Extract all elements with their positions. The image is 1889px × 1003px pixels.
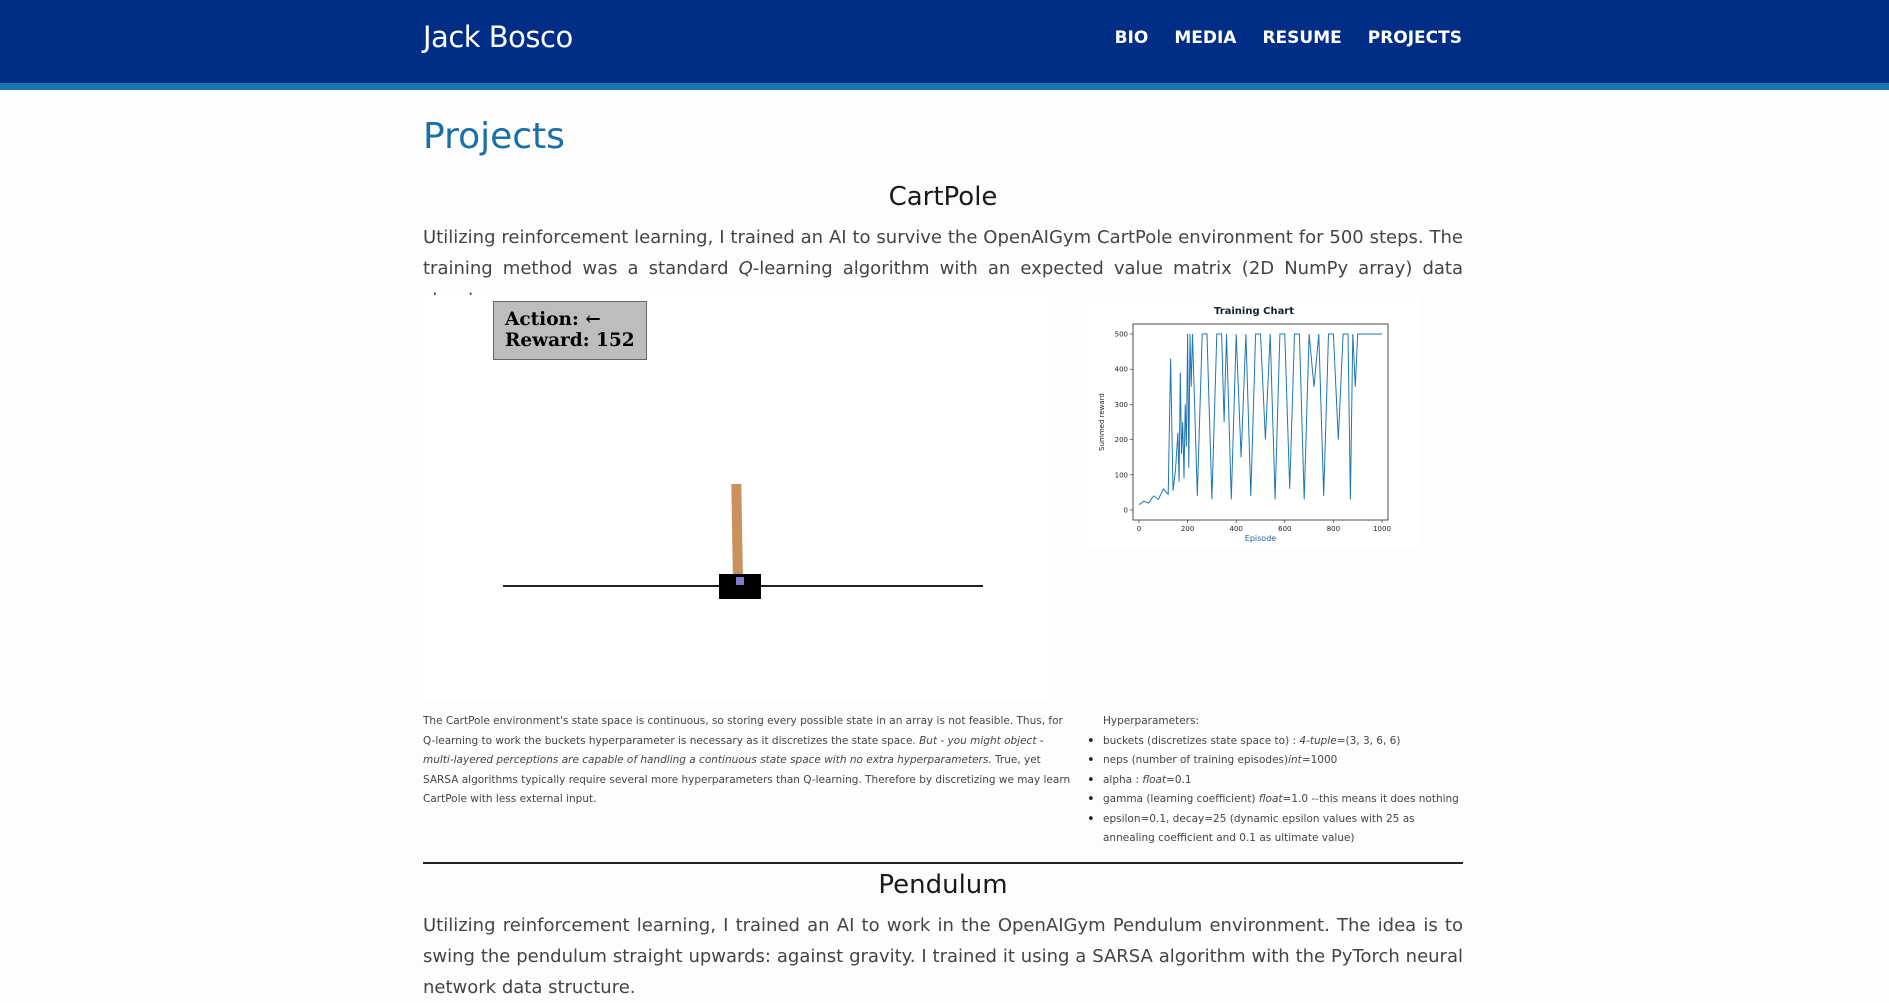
hp-item: epsilon=0.1, decay=25 (dynamic epsilon v…: [1087, 810, 1463, 849]
hp-type: float: [1258, 793, 1283, 805]
main-nav: BIO MEDIA RESUME PROJECTS: [1115, 28, 1462, 48]
cartpole-description: The CartPole environment's state space i…: [423, 712, 1073, 810]
hp-text: gamma (learning coefficient): [1103, 793, 1259, 805]
hp-type: int: [1288, 754, 1302, 766]
section-divider: [423, 862, 1463, 864]
hp-text: neps (number of training episodes): [1103, 754, 1289, 766]
hp-item: gamma (learning coefficient) float=1.0 -…: [1087, 790, 1463, 810]
hyperparameters-title: Hyperparameters:: [1103, 715, 1199, 727]
y-tick-label: 500: [1115, 331, 1128, 339]
nav-link-bio[interactable]: BIO: [1115, 28, 1149, 48]
hp-item: buckets (discretizes state space to) : 4…: [1087, 732, 1463, 752]
hp-item: neps (number of training episodes)int=10…: [1087, 751, 1463, 771]
pendulum-lead: Utilizing reinforcement learning, I trai…: [423, 915, 1463, 998]
x-axis-label: Episode: [1245, 534, 1276, 543]
hp-text: buckets (discretizes state space to) :: [1103, 734, 1300, 747]
page-title: Projects: [423, 116, 565, 157]
hyperparameters-list: buckets (discretizes state space to) : 4…: [1087, 732, 1463, 849]
nav-link-media[interactable]: MEDIA: [1174, 28, 1236, 48]
nav-link-projects[interactable]: PROJECTS: [1368, 28, 1462, 48]
sim-action-label: Action: ←: [505, 309, 601, 330]
hp-text: epsilon=0.1, decay=25 (dynamic epsilon v…: [1103, 812, 1415, 845]
nav-link-resume[interactable]: RESUME: [1262, 28, 1341, 48]
cartpole-simulation: Action: ← Reward: 152: [423, 295, 1048, 700]
chart-title: Training Chart: [1214, 306, 1294, 317]
y-tick-label: 300: [1115, 401, 1128, 409]
y-tick-label: 0: [1124, 507, 1128, 515]
pendulum-title: Pendulum: [878, 870, 1008, 900]
hp-type: 4-tuple: [1299, 734, 1337, 747]
y-axis-label: Summed reward: [1098, 393, 1106, 451]
hp-value: =1.0 --this means it does nothing: [1282, 793, 1459, 805]
sim-reward-label: Reward: 152: [505, 330, 635, 351]
training-chart-svg: Training Chart 0 200 400 600 800 1000 0 100 200 30…: [1098, 306, 1391, 543]
hp-item: alpha : float=0.1: [1087, 771, 1463, 791]
site-brand-link[interactable]: Jack Bosco: [423, 20, 573, 54]
x-tick-label: 600: [1278, 525, 1291, 533]
sim-status-box: Action: ← Reward: 152: [493, 301, 647, 360]
cartpole-lead-q: Q: [738, 258, 753, 279]
pole-axle: [736, 577, 744, 585]
hp-text: alpha :: [1103, 773, 1143, 786]
top-navbar: Jack Bosco BIO MEDIA RESUME PROJECTS: [0, 0, 1889, 90]
y-tick-label: 100: [1115, 471, 1128, 479]
x-tick-label: 800: [1327, 525, 1340, 533]
series-line-0: [1138, 333, 1382, 506]
training-chart: Training Chart 0 200 400 600 800 1000 0 100 200 30…: [1088, 297, 1421, 547]
x-tick-label: 0: [1137, 525, 1141, 533]
hp-value: =(3, 3, 6, 6): [1336, 734, 1401, 747]
x-tick-label: 1000: [1373, 525, 1391, 533]
pole: [731, 483, 743, 583]
hp-type: float: [1142, 773, 1167, 786]
x-tick-label: 400: [1230, 525, 1243, 533]
hp-value: =0.1: [1166, 773, 1192, 786]
hp-value: =1000: [1301, 754, 1338, 766]
cartpole-title: CartPole: [888, 182, 998, 212]
y-tick-label: 400: [1115, 366, 1128, 374]
x-tick-label: 200: [1181, 525, 1194, 533]
y-tick-label: 200: [1115, 436, 1128, 444]
hyperparameters: Hyperparameters: buckets (discretizes st…: [1087, 712, 1463, 849]
